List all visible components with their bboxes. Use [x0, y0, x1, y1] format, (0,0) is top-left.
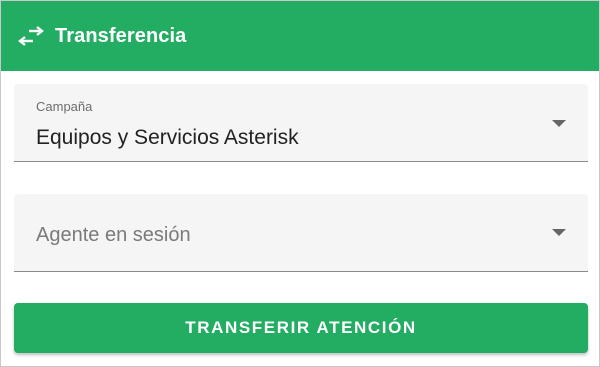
campaign-select[interactable]: Campaña Equipos y Servicios Asterisk [14, 84, 588, 162]
arrow-drop-down-icon [552, 229, 566, 236]
panel-title: Transferencia [55, 24, 187, 47]
arrow-drop-down-icon [552, 120, 566, 127]
agent-placeholder: Agente en sesión [36, 224, 191, 246]
swap-horiz-icon [18, 26, 44, 46]
campaign-value: Equipos y Servicios Asterisk [36, 126, 299, 149]
campaign-label: Campaña [36, 99, 93, 114]
panel-header: Transferencia [1, 1, 599, 71]
transfer-panel: Transferencia Campaña Equipos y Servicio… [0, 0, 600, 367]
transfer-button[interactable]: TRANSFERIR ATENCIÓN [14, 303, 588, 353]
agent-select[interactable]: Agente en sesión [14, 194, 588, 272]
